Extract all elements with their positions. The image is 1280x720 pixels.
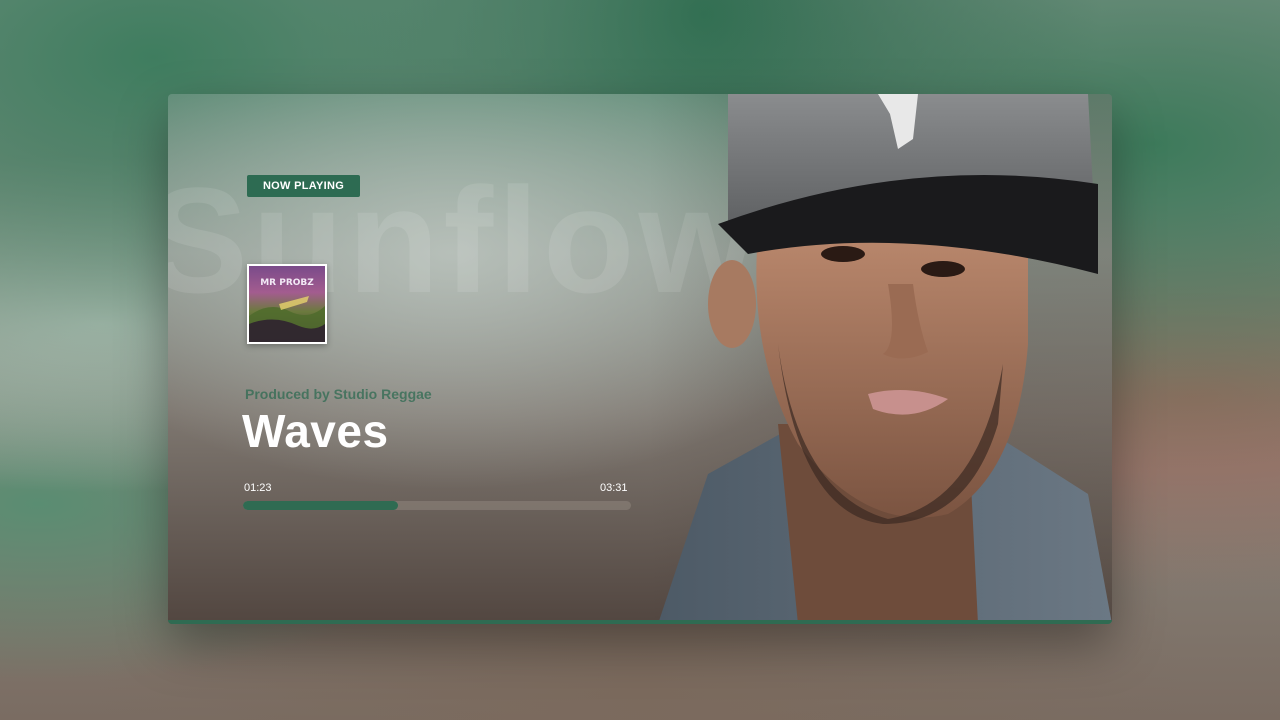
album-cover[interactable]: MR PROBZ (247, 264, 327, 344)
now-playing-badge: NOW PLAYING (247, 175, 360, 197)
progress-bar[interactable] (243, 501, 631, 510)
total-time: 03:31 (600, 482, 628, 494)
producer-label: Produced by Studio Reggae (245, 386, 432, 402)
artist-photo (648, 94, 1112, 624)
background: Sunflow NOW PLAYING MR PROBZ Produced by… (0, 0, 1280, 720)
player-card: Sunflow NOW PLAYING MR PROBZ Produced by… (168, 94, 1112, 624)
progress-fill (243, 501, 399, 510)
song-title: Waves (242, 405, 389, 457)
artist-photo-illustration (658, 94, 1112, 624)
bottom-accent-line (168, 620, 1112, 624)
current-time: 01:23 (244, 482, 272, 494)
album-cover-text: MR PROBZ (260, 278, 314, 288)
